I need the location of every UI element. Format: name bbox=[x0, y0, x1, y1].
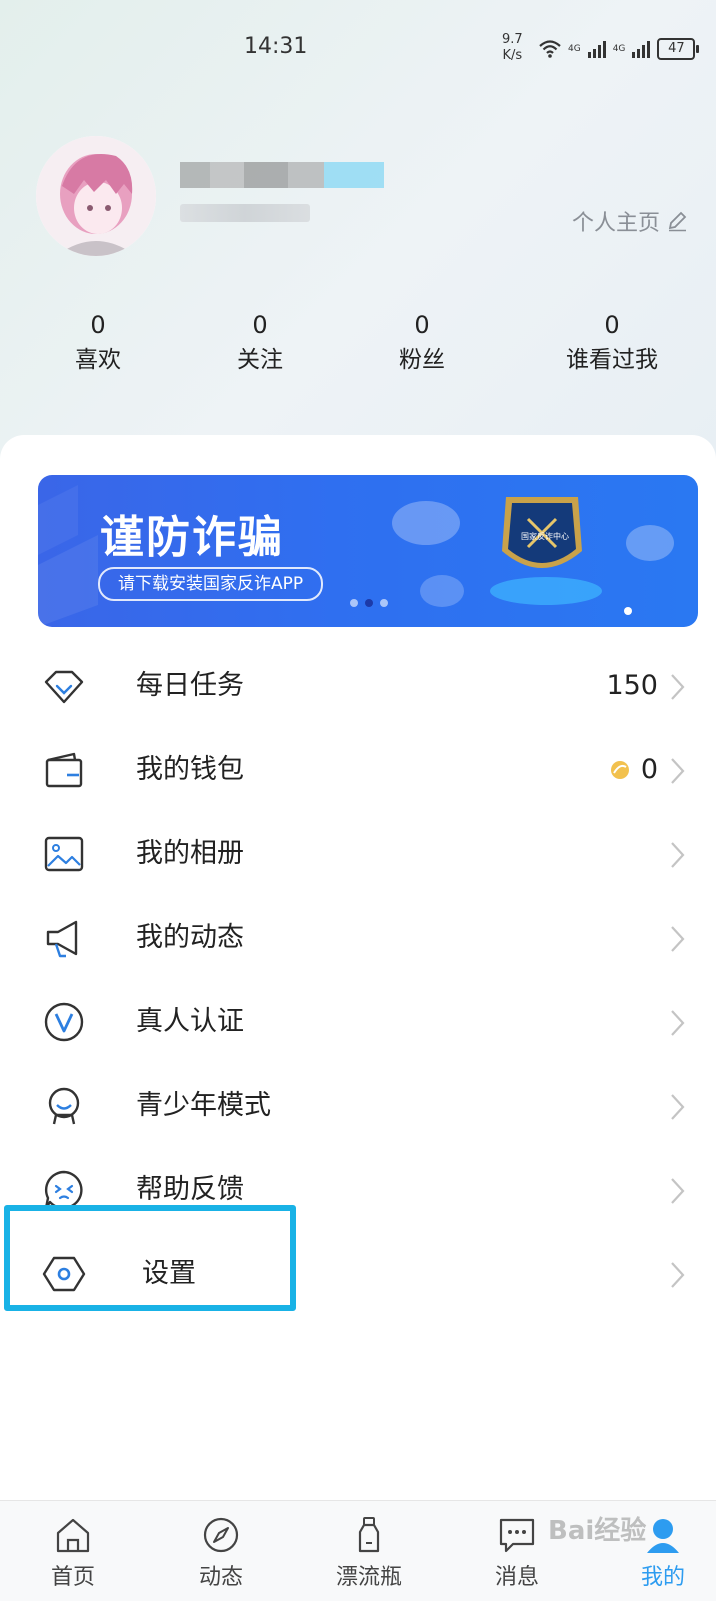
watermark: Bai经验 bbox=[548, 1516, 647, 1546]
menu-label: 我的相册 bbox=[136, 838, 244, 869]
chevron-right-icon bbox=[671, 758, 685, 784]
wifi-icon bbox=[539, 40, 561, 58]
stat-value: 0 bbox=[604, 311, 620, 339]
chevron-right-icon bbox=[671, 1262, 685, 1288]
menu-value: 150 bbox=[606, 668, 658, 704]
stat-following[interactable]: 0 关注 bbox=[218, 310, 302, 380]
stat-label: 谁看过我 bbox=[566, 347, 658, 373]
signal-icon bbox=[587, 41, 606, 58]
avatar-image bbox=[36, 136, 156, 256]
stat-label: 粉丝 bbox=[399, 347, 445, 373]
wallet-balance: 0 bbox=[640, 754, 658, 785]
stat-likes[interactable]: 0 喜欢 bbox=[56, 310, 140, 380]
stat-value: 0 bbox=[252, 311, 268, 339]
chevron-right-icon bbox=[671, 926, 685, 952]
profile-stats: 0 喜欢 0 关注 0 粉丝 0 谁看过我 bbox=[0, 310, 716, 390]
coin-icon bbox=[610, 761, 629, 779]
status-icons: 4G 4G 47 bbox=[538, 36, 700, 62]
bottle-icon bbox=[358, 1517, 380, 1553]
tab-moments[interactable]: 动态 bbox=[176, 1501, 266, 1601]
network-speed: 9.7 K/s bbox=[502, 32, 523, 64]
banner-pagination bbox=[350, 599, 388, 607]
edit-icon bbox=[668, 211, 687, 232]
home-icon bbox=[56, 1518, 90, 1553]
tab-label: 漂流瓶 bbox=[335, 1565, 402, 1590]
network-speed-value: 9.7 bbox=[502, 32, 523, 47]
tab-label: 我的 bbox=[640, 1565, 685, 1590]
stat-visitors[interactable]: 0 谁看过我 bbox=[552, 310, 672, 380]
menu-item-album[interactable]: 我的相册 bbox=[0, 812, 716, 896]
compass-icon bbox=[203, 1517, 239, 1553]
tab-home[interactable]: 首页 bbox=[28, 1501, 118, 1601]
menu-item-posts[interactable]: 我的动态 bbox=[0, 896, 716, 980]
chevron-right-icon bbox=[671, 674, 685, 700]
stat-value: 0 bbox=[90, 311, 106, 339]
pagination-dot-active bbox=[365, 599, 373, 607]
megaphone-icon bbox=[46, 920, 78, 958]
menu-label: 真人认证 bbox=[136, 1006, 244, 1037]
menu-label: 我的钱包 bbox=[136, 754, 244, 785]
menu-item-teen-mode[interactable]: 青少年模式 bbox=[0, 1064, 716, 1148]
settings-highlight-box bbox=[4, 1205, 296, 1311]
chevron-right-icon bbox=[671, 1010, 685, 1036]
network-type-2: 4G bbox=[612, 44, 626, 54]
chat-icon bbox=[499, 1518, 535, 1553]
stat-label: 关注 bbox=[237, 347, 283, 373]
wallet-icon bbox=[45, 752, 83, 788]
menu-label: 帮助反馈 bbox=[136, 1174, 244, 1205]
menu-item-wallet[interactable]: 我的钱包 0 bbox=[0, 728, 716, 812]
tab-label: 首页 bbox=[50, 1565, 95, 1590]
battery-indicator: 47 bbox=[657, 38, 700, 60]
avatar[interactable] bbox=[36, 136, 156, 256]
status-time: 14:31 bbox=[244, 34, 308, 59]
menu-item-daily-tasks[interactable]: 每日任务 150 bbox=[0, 644, 716, 728]
stat-fans[interactable]: 0 粉丝 bbox=[380, 310, 464, 380]
banner-subtitle: 请下载安装国家反诈APP bbox=[98, 567, 324, 601]
menu-label: 我的动态 bbox=[136, 922, 244, 953]
tab-drift-bottle[interactable]: 漂流瓶 bbox=[324, 1501, 414, 1601]
anti-fraud-banner[interactable]: 谨防诈骗 请下载安装国家反诈APP 国家反诈中心 bbox=[38, 475, 698, 627]
task-points: 150 bbox=[606, 670, 658, 701]
homepage-link[interactable]: 个人主页 bbox=[572, 205, 688, 237]
chevron-right-icon bbox=[671, 842, 685, 868]
network-type-1: 4G bbox=[568, 44, 581, 54]
banner-title: 谨防诈骗 bbox=[100, 512, 284, 563]
pagination-dot bbox=[380, 599, 388, 607]
homepage-label: 个人主页 bbox=[571, 211, 660, 236]
tab-label: 消息 bbox=[494, 1565, 539, 1590]
stat-label: 喜欢 bbox=[75, 347, 121, 373]
signal-icon bbox=[632, 41, 651, 58]
banner-badge-text: 国家反诈中心 bbox=[521, 532, 569, 541]
chevron-right-icon bbox=[671, 1178, 685, 1204]
pagination-dot bbox=[350, 599, 358, 607]
stat-value: 0 bbox=[414, 311, 430, 339]
child-face-icon bbox=[48, 1087, 80, 1125]
photo-icon bbox=[44, 836, 84, 872]
profile-icon bbox=[647, 1519, 679, 1553]
tab-label: 动态 bbox=[198, 1565, 243, 1590]
network-speed-unit: K/s bbox=[502, 48, 523, 63]
chevron-right-icon bbox=[671, 1094, 685, 1120]
verified-v-icon bbox=[44, 1002, 84, 1042]
diamond-icon bbox=[44, 670, 84, 704]
menu-value: 0 bbox=[609, 752, 658, 788]
menu-label: 每日任务 bbox=[136, 670, 244, 701]
user-id-blurred bbox=[180, 204, 310, 222]
menu-label: 青少年模式 bbox=[136, 1090, 271, 1121]
menu-item-verification[interactable]: 真人认证 bbox=[0, 980, 716, 1064]
username-blurred bbox=[180, 158, 390, 192]
